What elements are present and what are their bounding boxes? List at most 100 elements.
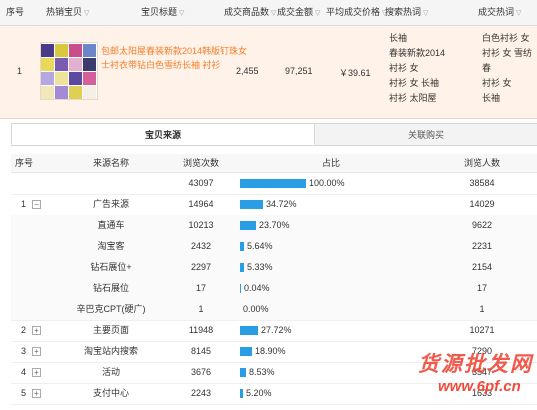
share-bar <box>240 263 244 272</box>
deal-term[interactable]: 衬衫 女 <box>482 76 532 91</box>
deal-term[interactable]: 衬衫 女 雪纺 <box>482 46 532 61</box>
expand-icon[interactable]: + <box>32 326 41 335</box>
table-row[interactable]: 钻石展位 17 0.04% 17 <box>11 278 537 300</box>
row-visitors: 38584 <box>469 178 495 188</box>
table-row[interactable]: 直通车 10213 23.70% 9622 <box>11 215 537 237</box>
table-row[interactable]: 2 + 主要页面 11948 27.72% 10271 <box>11 320 537 342</box>
expand-icon[interactable]: + <box>32 389 41 398</box>
chevron-down-icon: ▽ <box>516 10 522 17</box>
row-visitors: 2231 <box>471 241 493 251</box>
row-source-name[interactable]: 淘宝站内搜索 <box>61 341 161 362</box>
table-row[interactable]: 43097 100.00% 38584 <box>11 173 537 195</box>
header-product-label: 热销宝贝 <box>46 7 83 17</box>
deal-term[interactable]: 白色衬衫 女 <box>482 31 532 46</box>
chevron-down-icon: ▽ <box>423 10 429 17</box>
share-percent: 5.20% <box>246 388 272 398</box>
table-row[interactable]: 1− 广告来源 14964 34.72% 14029 <box>11 194 537 216</box>
row-views: 1 <box>198 304 204 314</box>
collapse-icon[interactable]: − <box>32 200 41 209</box>
table-row[interactable]: 4 + 活动 3676 8.53% 3547 <box>11 362 537 384</box>
row-views: 14964 <box>188 199 214 209</box>
expand-icon[interactable]: + <box>32 368 41 377</box>
share-percent: 100.00% <box>309 178 345 188</box>
row-visitors: 14029 <box>469 199 495 209</box>
table-row[interactable]: 钻石展位+ 2297 5.33% 2154 <box>11 257 537 279</box>
deal-term[interactable]: 春 <box>482 61 532 76</box>
row-visitors: 9622 <box>471 220 493 230</box>
product-thumbnail[interactable] <box>40 42 98 100</box>
grid-header-index: 序号 <box>15 158 34 168</box>
chevron-down-icon: ▽ <box>179 10 185 17</box>
search-terms-list: 长袖 春装新款2014 衬衫 女 衬衫 女 长袖 衬衫 太阳屋 <box>389 31 445 106</box>
header-avg[interactable]: 平均成交价格 ▽ <box>326 0 387 25</box>
row-views: 10213 <box>188 220 214 230</box>
share-percent: 8.53% <box>249 367 275 377</box>
search-term[interactable]: 衬衫 女 长袖 <box>389 76 445 91</box>
search-term[interactable]: 衬衫 女 <box>389 61 445 76</box>
chevron-down-icon: ▽ <box>315 10 321 17</box>
row-views: 11948 <box>188 325 214 335</box>
header-deal-label: 成交热词 <box>478 7 515 17</box>
share-percent: 27.72% <box>261 325 292 335</box>
search-term[interactable]: 长袖 <box>389 31 445 46</box>
share-percent: 5.64% <box>247 241 273 251</box>
deal-terms-list: 白色衬衫 女 衬衫 女 雪纺 春 衬衫 女 长袖 <box>482 31 532 106</box>
product-title-link[interactable]: 包邮太阳屋春装新款2014韩版钉珠女士衬衣带钻白色雪纺长袖 衬衫 <box>101 44 251 72</box>
product-table-header: 序号 热销宝贝 ▽ 宝贝标题 ▽ 成交商品数 ▽ 成交金额 ▽ 平均成交价格 ▽ 搜索热词… <box>0 0 537 26</box>
row-visitors: 1633 <box>471 388 493 398</box>
row-views: 2432 <box>190 241 212 251</box>
row-visitors: 7290 <box>471 346 493 356</box>
row-index: 5 <box>21 388 27 398</box>
share-bar <box>240 347 252 356</box>
row-source-name[interactable]: 广告来源 <box>61 194 161 215</box>
row-index: 2 <box>21 325 27 335</box>
share-percent: 0.00% <box>243 304 269 314</box>
row-views: 3676 <box>190 367 212 377</box>
grid-header-views: 浏览次数 <box>182 158 219 168</box>
grid-header-visitors: 浏览人数 <box>463 158 500 168</box>
row-source-name[interactable]: 支付中心 <box>61 383 161 404</box>
tab-product-source[interactable]: 宝贝来源 <box>11 123 315 145</box>
table-row[interactable]: 5 + 支付中心 2243 5.20% 1633 <box>11 383 537 405</box>
product-qty: 2,455 <box>236 66 259 76</box>
share-percent: 0.04% <box>244 283 270 293</box>
table-row[interactable]: 淘宝客 2432 5.64% 2231 <box>11 236 537 258</box>
share-bar <box>240 284 241 293</box>
row-source-name[interactable]: 主要页面 <box>61 320 161 341</box>
row-index: 1 <box>21 199 27 209</box>
header-title[interactable]: 宝贝标题 ▽ <box>141 0 184 25</box>
header-amount[interactable]: 成交金额 ▽ <box>277 0 320 25</box>
header-deal[interactable]: 成交热词 ▽ <box>478 0 521 25</box>
header-qty[interactable]: 成交商品数 ▽ <box>224 0 276 25</box>
share-percent: 34.72% <box>266 199 297 209</box>
row-views: 8145 <box>190 346 212 356</box>
chevron-down-icon: ▽ <box>84 10 90 17</box>
share-bar <box>240 368 246 377</box>
source-tabs: 宝贝来源 关联购买 <box>11 123 537 146</box>
share-bar <box>240 389 243 398</box>
row-visitors: 1 <box>479 304 485 314</box>
search-term[interactable]: 春装新款2014 <box>389 46 445 61</box>
expand-icon[interactable]: + <box>32 347 41 356</box>
share-bar <box>240 179 306 188</box>
grid-header-share: 占比 <box>321 158 340 168</box>
header-avg-label: 平均成交价格 <box>326 7 381 17</box>
share-percent: 23.70% <box>259 220 290 230</box>
share-bar <box>240 242 244 251</box>
share-bar <box>240 221 256 230</box>
row-index: 4 <box>21 367 27 377</box>
deal-term[interactable]: 长袖 <box>482 91 532 106</box>
table-row[interactable]: 3 + 淘宝站内搜索 8145 18.90% 7290 <box>11 341 537 363</box>
header-search[interactable]: 搜索热词 ▽ <box>385 0 428 25</box>
search-term[interactable]: 衬衫 太阳屋 <box>389 91 445 106</box>
header-product[interactable]: 热销宝贝 ▽ <box>46 0 89 25</box>
row-source-name[interactable]: 活动 <box>61 362 161 383</box>
row-views: 17 <box>195 283 206 293</box>
tab-related-purchase[interactable]: 关联购买 <box>315 123 537 145</box>
table-row[interactable]: 辛巴克CPT(硬广) 1 0.00% 1 <box>11 299 537 321</box>
header-title-label: 宝贝标题 <box>141 7 178 17</box>
row-visitors: 2154 <box>471 262 493 272</box>
row-source-name: 辛巴克CPT(硬广) <box>76 304 146 314</box>
share-percent: 5.33% <box>247 262 273 272</box>
row-views: 2243 <box>190 388 212 398</box>
